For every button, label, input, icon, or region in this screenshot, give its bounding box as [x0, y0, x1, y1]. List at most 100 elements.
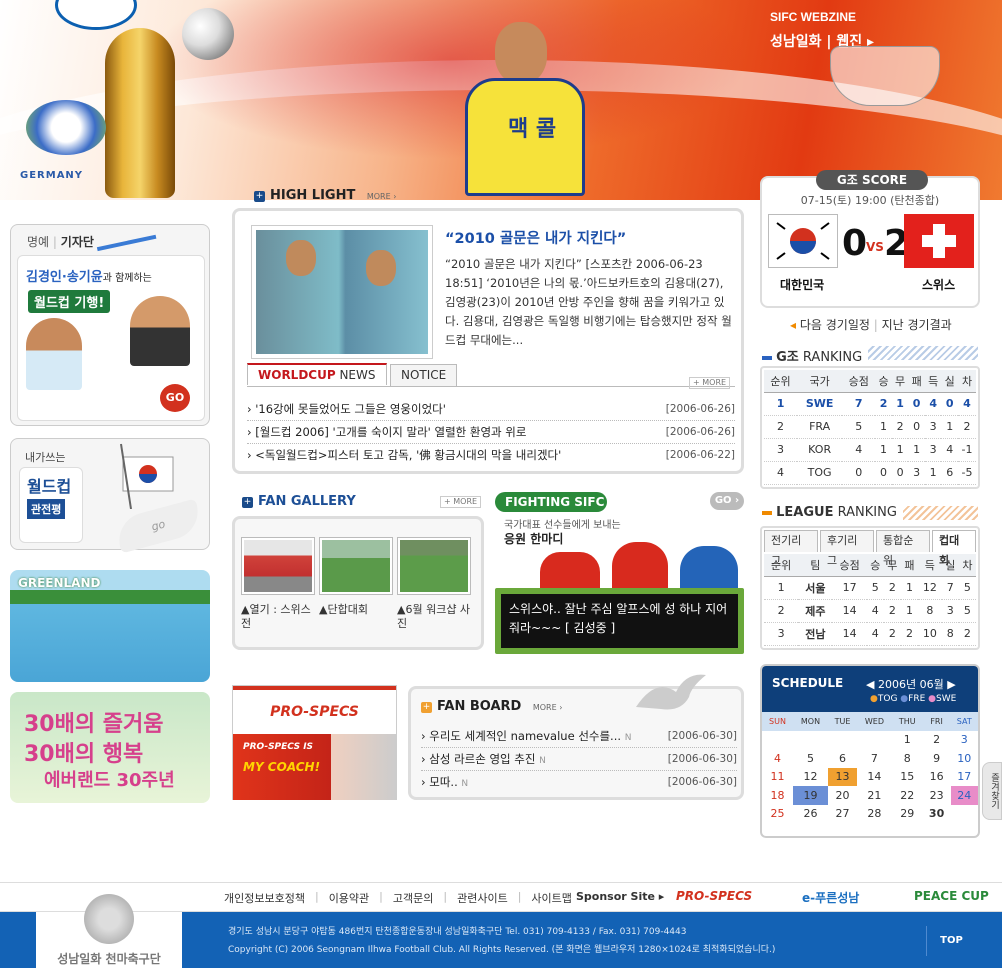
board-row[interactable]: › 모따.. N [2006-06-30] — [421, 771, 737, 794]
calendar-day[interactable]: 7 — [857, 749, 892, 768]
footer-link[interactable]: 관련사이트 — [457, 890, 508, 906]
highlight-more-link[interactable]: MORE › — [367, 192, 397, 201]
calendar-day[interactable]: 10 — [951, 749, 978, 768]
gallery-thumb[interactable] — [241, 537, 315, 595]
calendar-day[interactable]: 26 — [793, 805, 828, 824]
review-button[interactable]: 관전평 — [27, 499, 66, 519]
board-title[interactable]: 우리도 세계적인 namevalue 선수를... — [429, 729, 621, 743]
g-ranking-title: G조 RANKING — [762, 346, 869, 365]
table-cell: 7 — [842, 392, 876, 416]
table-row: 4 TOG 0 0 0 3 1 6 -5 — [764, 461, 976, 485]
calendar-day[interactable]: 25 — [762, 805, 793, 824]
news-title[interactable]: [월드컵 2006] '고개를 숙이지 말라' 열렬한 환영과 위로 — [255, 425, 526, 439]
gallery-caption[interactable]: ▲6월 워크샵 사진 — [397, 603, 471, 631]
greenland-banner[interactable]: GREENLAND — [10, 570, 210, 682]
review-box[interactable]: 내가쓰는 월드컵 관전평 go — [10, 438, 210, 554]
top-button[interactable]: TOP — [926, 926, 976, 956]
footer-link[interactable]: 고객문의 — [393, 890, 433, 906]
tab-worldcup-news[interactable]: WORLDCUP NEWS — [247, 363, 387, 385]
calendar-day[interactable]: 19 — [792, 786, 829, 805]
table-header: 패 — [900, 554, 919, 577]
sponsor-prospecs[interactable]: PRO-SPECS — [676, 889, 752, 903]
calendar-day[interactable]: 23 — [923, 786, 951, 805]
news-row[interactable]: › [월드컵 2006] '고개를 숙이지 말라' 열렬한 환영과 위로 [200… — [247, 421, 735, 444]
table-cell: 4 — [958, 392, 976, 416]
news-title[interactable]: '16강에 못들었어도 그들은 영웅이었다' — [255, 402, 446, 416]
favorites-side-tab[interactable]: 즐겨찾기 — [982, 762, 1002, 820]
highlight-photo[interactable] — [251, 225, 433, 359]
calendar-day[interactable]: 22 — [892, 786, 923, 805]
footer-club-logo[interactable]: 성남일화 천마축구단 — [40, 894, 178, 972]
table-cell: 2 — [764, 599, 799, 623]
calendar-day[interactable]: 8 — [892, 749, 923, 768]
next-schedule-link[interactable]: 다음 경기일정 — [800, 318, 870, 332]
reporter-box[interactable]: 명예 | 기자단 김경인·송기윤과 함께하는 월드컵 기행! GO — [10, 224, 210, 426]
calendar-day[interactable]: 17 — [951, 768, 978, 787]
prospecs-banner[interactable]: PRO-SPECS PRO-SPECS IS MY COACH! — [232, 685, 397, 800]
calendar-day[interactable]: 14 — [857, 768, 892, 787]
news-title[interactable]: <독일월드컵>피스터 토고 감독, '佛 황금시대의 막을 내리겠다' — [255, 448, 561, 462]
league-tab[interactable]: 후기리그 — [820, 530, 874, 567]
calendar-day[interactable]: 5 — [793, 749, 828, 768]
prev-month-button[interactable]: ◀ — [866, 678, 874, 691]
calendar-day[interactable]: 15 — [892, 768, 923, 787]
gallery-caption[interactable]: ▲단합대회 — [319, 603, 393, 617]
club-emblem-top[interactable] — [55, 0, 137, 30]
calendar-day[interactable]: 2 — [923, 731, 951, 750]
gallery-thumb[interactable] — [319, 537, 393, 595]
gallery-thumb[interactable] — [397, 537, 471, 595]
calendar-day[interactable]: 24 — [950, 786, 978, 805]
news-row[interactable]: › '16강에 못들었어도 그들은 영웅이었다' [2006-06-26] — [247, 398, 735, 421]
league-tab[interactable]: 전기리그 — [764, 530, 818, 567]
calendar-day[interactable]: 21 — [857, 786, 892, 805]
next-month-button[interactable]: ▶ — [947, 678, 955, 691]
footer-link[interactable]: 이용약관 — [329, 890, 369, 906]
league-tab[interactable]: 통합순위 — [876, 530, 930, 567]
highlight-headline[interactable]: “2010 골문은 내가 지킨다” — [445, 227, 626, 248]
last-results-link[interactable]: 지난 경기결과 — [882, 318, 952, 332]
calendar-day[interactable]: 28 — [857, 805, 892, 824]
gallery-caption[interactable]: ▲열기 : 스위스 전 — [241, 603, 315, 631]
calendar-day[interactable]: 11 — [762, 768, 793, 787]
go-button[interactable]: GO — [160, 384, 190, 412]
calendar-day[interactable]: 4 — [762, 749, 793, 768]
calendar-day[interactable]: 16 — [923, 768, 951, 787]
everland-banner[interactable]: 30배의 즐거움 30배의 행복 에버랜드 30주년 — [10, 692, 210, 803]
board-title[interactable]: 삼성 라르손 영입 추진 — [429, 752, 535, 766]
calendar-day[interactable]: 30 — [923, 805, 951, 824]
score-datetime: 07-15(토) 19:00 (탄천종합) — [800, 194, 940, 207]
sponsor-peacecup[interactable]: PEACE CUP — [914, 889, 989, 903]
footer-link[interactable]: 개인정보보호정책 — [224, 890, 305, 906]
calendar-day[interactable]: 6 — [828, 749, 857, 768]
table-cell: 4 — [842, 438, 876, 462]
calendar-day[interactable]: 12 — [793, 768, 828, 787]
cheer-message-box[interactable]: 스위스야.. 잘난 주심 알프스에 성 하나 지어줘라~~~ [ 김성중 ] — [495, 588, 744, 654]
calendar-day[interactable]: 13 — [828, 767, 857, 786]
board-date: [2006-06-30] — [667, 753, 737, 765]
news-more-button[interactable]: + MORE — [689, 377, 731, 389]
table-cell: 4 — [764, 461, 798, 485]
tab-notice[interactable]: NOTICE — [390, 364, 458, 386]
honor-line2: 월드컵 기행! — [28, 290, 111, 313]
sponsor-seongnam[interactable]: e-푸른성남 — [802, 889, 859, 906]
calendar-day[interactable]: 27 — [828, 805, 857, 824]
review-title: 월드컵 — [27, 477, 72, 496]
board-row[interactable]: › 우리도 세계적인 namevalue 선수를... N [2006-06-30… — [421, 725, 737, 748]
calendar-day[interactable]: 1 — [892, 731, 923, 750]
calendar-day[interactable]: 18 — [762, 786, 793, 805]
board-row[interactable]: › 삼성 라르손 영입 추진 N [2006-06-30] — [421, 748, 737, 771]
board-title[interactable]: 모따.. — [429, 775, 457, 789]
fanboard-more-link[interactable]: MORE › — [533, 703, 563, 712]
news-row[interactable]: › <독일월드컵>피스터 토고 감독, '佛 황금시대의 막을 내리겠다' [20… — [247, 444, 735, 467]
gallery-more-button[interactable]: + MORE — [440, 496, 482, 508]
fighting-go-button[interactable]: GO › — [710, 492, 744, 510]
calendar-day[interactable]: 29 — [892, 805, 923, 824]
score-panel: G조 SCORE 07-15(토) 19:00 (탄천종합) 0 VS 2 대한… — [760, 170, 980, 308]
calendar-day[interactable]: 9 — [923, 749, 951, 768]
webzine-title-en[interactable]: SIFC WEBZINE — [770, 10, 856, 24]
schedule-title: SCHEDULE — [772, 676, 844, 690]
calendar-day[interactable]: 3 — [951, 731, 978, 750]
league-tab-active[interactable]: 컵대회 — [932, 530, 977, 567]
calendar-day[interactable]: 20 — [828, 786, 857, 805]
footer-link[interactable]: 사이트맵 — [531, 890, 571, 906]
